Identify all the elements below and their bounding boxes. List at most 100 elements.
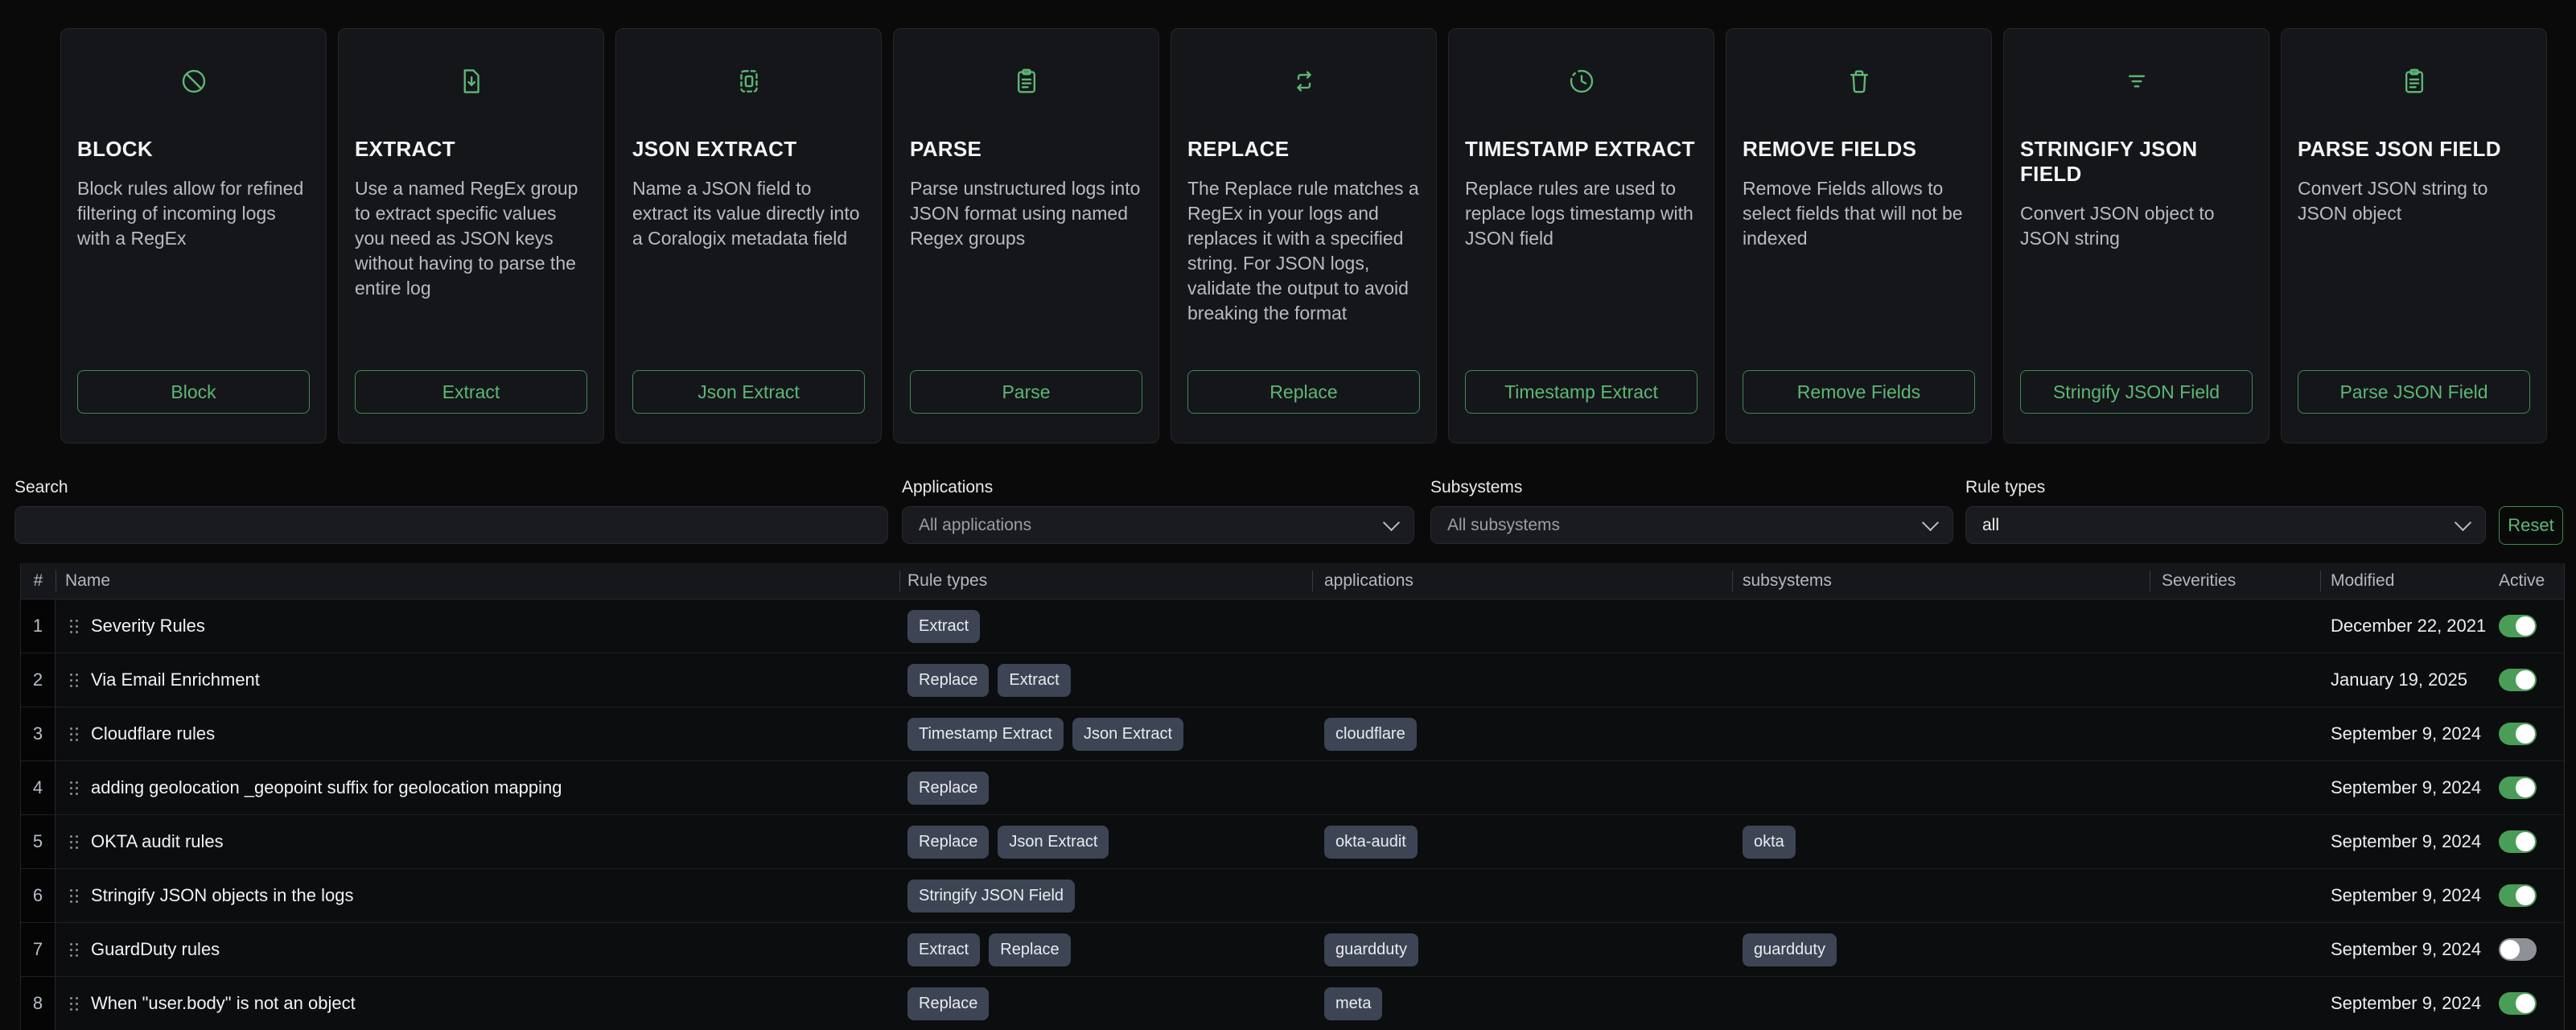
rule-name: Severity Rules — [91, 616, 205, 637]
drag-handle-icon[interactable] — [70, 781, 78, 795]
modified-date: September 9, 2024 — [2320, 977, 2492, 1030]
rule-type-tag: Stringify JSON Field — [907, 880, 1075, 913]
table-body: 1 Severity Rules Extract December 22, 20… — [21, 599, 2564, 1030]
subsystems-cell — [1732, 599, 2150, 653]
application-tag: meta — [1324, 987, 1382, 1020]
table-row[interactable]: 7 GuardDuty rules ExtractReplace guarddu… — [21, 922, 2564, 976]
drag-handle-icon[interactable] — [70, 674, 78, 687]
applications-cell: guardduty — [1312, 923, 1732, 976]
active-cell — [2492, 815, 2564, 868]
rule-types-label: Rule types — [1965, 478, 2486, 496]
rule-type-tag: Json Extract — [1072, 718, 1183, 751]
column-header-active: Active — [2492, 563, 2564, 599]
drag-handle-icon[interactable] — [70, 889, 78, 903]
active-toggle[interactable] — [2499, 938, 2537, 961]
rule-type-tag: Timestamp Extract — [907, 718, 1064, 751]
rule-types-cell: ExtractReplace — [899, 923, 1312, 976]
name-cell: adding geolocation _geopoint suffix for … — [56, 761, 899, 814]
replace-button[interactable]: Replace — [1187, 370, 1420, 414]
extract-button[interactable]: Extract — [355, 370, 587, 414]
drag-handle-icon[interactable] — [70, 943, 78, 957]
table-row[interactable]: 5 OKTA audit rules ReplaceJson Extract o… — [21, 814, 2564, 868]
active-toggle[interactable] — [2499, 992, 2537, 1015]
active-cell — [2492, 869, 2564, 922]
active-cell — [2492, 707, 2564, 760]
card-parse-json-field: PARSE JSON FIELD Convert JSON string to … — [2281, 28, 2547, 443]
timestamp-extract-button[interactable]: Timestamp Extract — [1465, 370, 1697, 414]
reset-button[interactable]: Reset — [2499, 506, 2563, 545]
severities-cell — [2150, 761, 2320, 814]
drag-handle-icon[interactable] — [70, 997, 78, 1011]
severities-cell — [2150, 977, 2320, 1030]
severities-cell — [2150, 923, 2320, 976]
application-tag: guardduty — [1324, 933, 1418, 966]
rule-types-cell: Stringify JSON Field — [899, 869, 1312, 922]
card-title: REPLACE — [1187, 137, 1420, 162]
card-description: Remove Fields allows to select fields th… — [1743, 176, 1975, 251]
card-block: BLOCK Block rules allow for refined filt… — [60, 28, 327, 443]
drag-handle-icon[interactable] — [70, 727, 78, 741]
table-row[interactable]: 6 Stringify JSON objects in the logs Str… — [21, 868, 2564, 922]
applications-label: Applications — [902, 478, 1414, 496]
rule-types-cell: Timestamp ExtractJson Extract — [899, 707, 1312, 760]
rule-name: GuardDuty rules — [91, 939, 220, 960]
stringify-json-field-icon — [2020, 66, 2253, 98]
active-toggle[interactable] — [2499, 884, 2537, 907]
name-cell: Severity Rules — [56, 599, 899, 653]
column-header-name: Name — [56, 563, 899, 599]
applications-cell: meta — [1312, 977, 1732, 1030]
rule-type-tag: Json Extract — [998, 826, 1109, 859]
active-cell — [2492, 977, 2564, 1030]
active-toggle[interactable] — [2499, 615, 2537, 637]
json-extract-icon — [632, 66, 865, 98]
table-row[interactable]: 4 adding geolocation _geopoint suffix fo… — [21, 760, 2564, 814]
stringify-json-field-button[interactable]: Stringify JSON Field — [2020, 370, 2253, 414]
remove-fields-button[interactable]: Remove Fields — [1743, 370, 1975, 414]
column-header-applications: applications — [1312, 563, 1732, 599]
card-stringify-json-field: STRINGIFY JSON FIELD Convert JSON object… — [2003, 28, 2269, 443]
active-toggle[interactable] — [2499, 830, 2537, 853]
table-row[interactable]: 3 Cloudflare rules Timestamp ExtractJson… — [21, 707, 2564, 760]
card-title: PARSE — [910, 137, 1142, 162]
severities-cell — [2150, 707, 2320, 760]
active-toggle[interactable] — [2499, 777, 2537, 799]
card-description: Replace rules are used to replace logs t… — [1465, 176, 1697, 251]
row-index: 8 — [21, 977, 56, 1030]
block-button[interactable]: Block — [77, 370, 310, 414]
row-index: 1 — [21, 599, 56, 653]
rule-type-tag: Replace — [907, 826, 989, 859]
subsystems-cell: guardduty — [1732, 923, 2150, 976]
parse-json-field-button[interactable]: Parse JSON Field — [2298, 370, 2530, 414]
table-row[interactable]: 8 When "user.body" is not an object Repl… — [21, 976, 2564, 1030]
subsystems-dropdown[interactable]: All subsystems — [1430, 506, 1953, 544]
applications-cell — [1312, 653, 1732, 707]
json-extract-button[interactable]: Json Extract — [632, 370, 865, 414]
rule-types-cell: Replace Json Extract — [899, 815, 1312, 868]
card-parse: PARSE Parse unstructured logs into JSON … — [893, 28, 1159, 443]
applications-dropdown-value: All applications — [919, 516, 1031, 535]
subsystem-tag: okta — [1743, 826, 1796, 859]
subsystems-cell — [1732, 977, 2150, 1030]
rule-types-dropdown[interactable]: all — [1965, 506, 2486, 544]
table-row[interactable]: 1 Severity Rules Extract December 22, 20… — [21, 599, 2564, 653]
severities-cell — [2150, 599, 2320, 653]
applications-dropdown[interactable]: All applications — [902, 506, 1414, 544]
card-timestamp-extract: TIMESTAMP EXTRACT Replace rules are used… — [1448, 28, 1714, 443]
search-input[interactable] — [15, 507, 887, 543]
subsystem-tag: guardduty — [1743, 933, 1837, 966]
active-toggle[interactable] — [2499, 669, 2537, 691]
row-index: 4 — [21, 761, 56, 814]
row-index: 5 — [21, 815, 56, 868]
applications-cell: okta-audit — [1312, 815, 1732, 868]
row-index: 7 — [21, 923, 56, 976]
parse-button[interactable]: Parse — [910, 370, 1142, 414]
rule-type-tag: Replace — [989, 933, 1070, 966]
row-index: 2 — [21, 653, 56, 707]
card-title: PARSE JSON FIELD — [2298, 137, 2530, 162]
rule-type-tag: Replace — [907, 987, 989, 1020]
drag-handle-icon[interactable] — [70, 835, 78, 849]
active-toggle[interactable] — [2499, 723, 2537, 745]
table-row[interactable]: 2 Via Email Enrichment ReplaceExtract Ja… — [21, 653, 2564, 707]
rule-types-cell: Extract — [899, 599, 1312, 653]
drag-handle-icon[interactable] — [70, 620, 78, 633]
